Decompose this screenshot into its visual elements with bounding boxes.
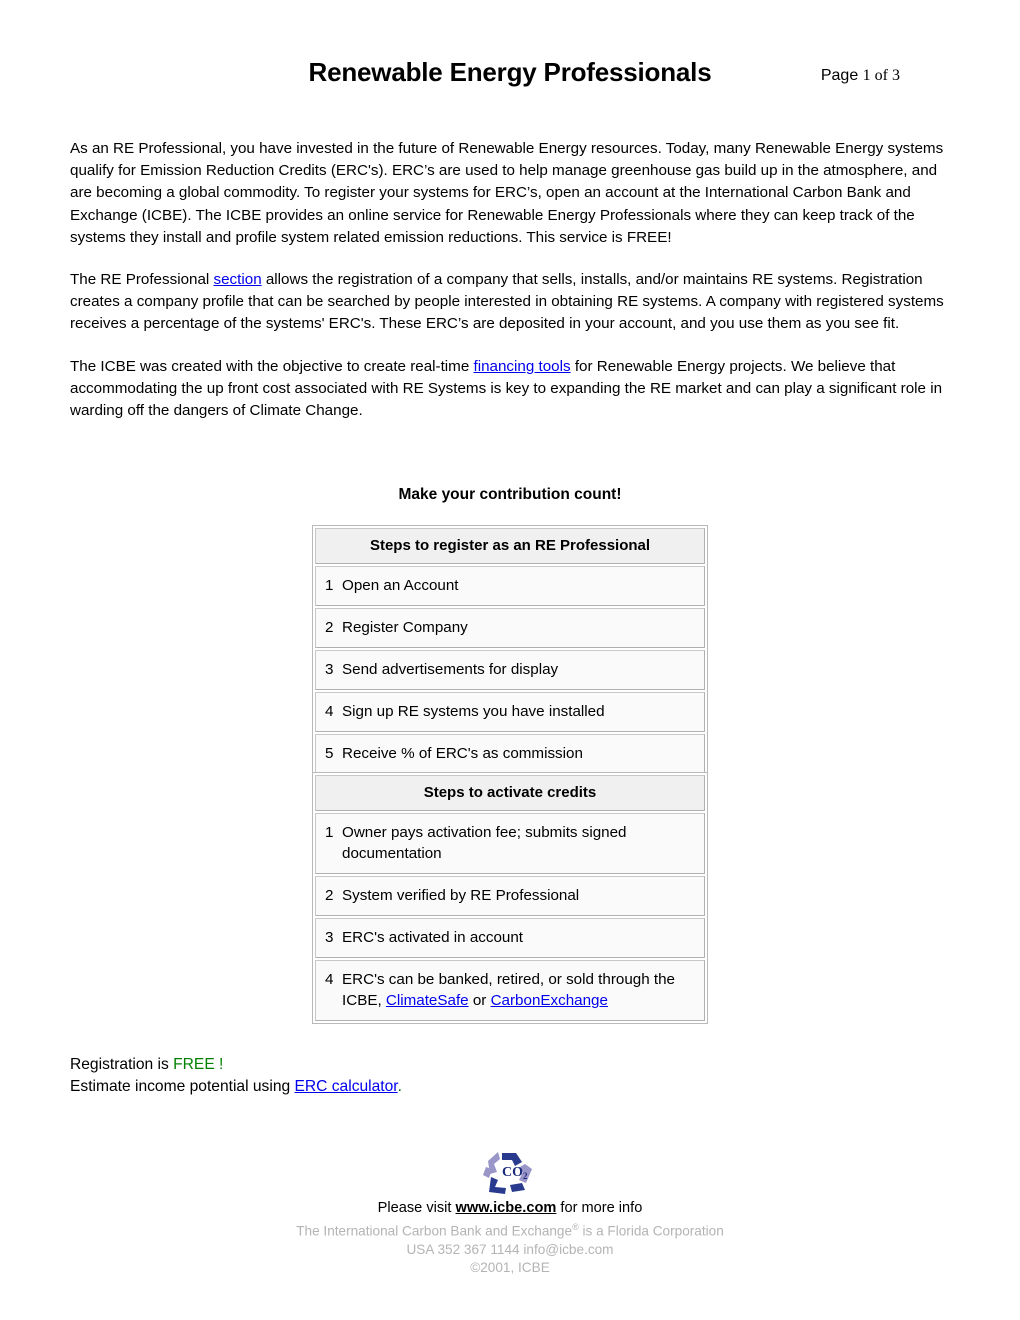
row-number: 2 bbox=[325, 619, 334, 636]
table-row: 1 Owner pays activation fee; submits sig… bbox=[315, 813, 705, 874]
co2-recycle-icon: CO 2 bbox=[483, 1152, 532, 1194]
paragraph-intro-text: As an RE Professional, you have invested… bbox=[70, 140, 944, 246]
table-row: 5 Receive % of ERC's as commission bbox=[315, 734, 705, 774]
table-row: 4 ERC's can be banked, retired, or sold … bbox=[315, 960, 705, 1021]
registration-free-value: FREE ! bbox=[173, 1056, 224, 1073]
link-carbonexchange[interactable]: CarbonExchange bbox=[491, 992, 608, 1009]
link-erc-calculator[interactable]: ERC calculator bbox=[295, 1078, 398, 1095]
calculator-label: Estimate income potential using bbox=[70, 1078, 295, 1095]
table-header-label: Steps to register as an RE Professional bbox=[369, 537, 651, 554]
registration-free-line: Registration is FREE ! bbox=[70, 1054, 770, 1076]
row-number: 3 bbox=[325, 661, 334, 678]
footer-registered-mark: ® bbox=[572, 1222, 579, 1232]
row-text: Send advertisements for display bbox=[342, 661, 559, 678]
row-text: Owner pays activation fee; submits signe… bbox=[342, 824, 627, 862]
link-financing-tools[interactable]: financing tools bbox=[474, 358, 571, 375]
footer-website-url[interactable]: www.icbe.com bbox=[456, 1200, 557, 1216]
co2-subscript: 2 bbox=[523, 1171, 528, 1181]
footer-visit-before: Please visit bbox=[377, 1200, 456, 1216]
page-number-count: 1 of 3 bbox=[862, 67, 900, 84]
footer-visit-after: for more info bbox=[556, 1200, 643, 1216]
footer-copyright-line: ©2001, ICBE bbox=[470, 1259, 550, 1275]
footer-corporation-line: The International Carbon Bank and Exchan… bbox=[0, 1218, 1020, 1241]
row-text: Sign up RE systems you have installed bbox=[342, 703, 605, 720]
row-text: ERC's activated in account bbox=[342, 929, 524, 946]
table-row: 4 Sign up RE systems you have installed bbox=[315, 692, 705, 732]
paragraph-2-text-before: The RE Professional bbox=[70, 271, 214, 289]
page-number-word: Page bbox=[820, 67, 859, 84]
table-header-row: Steps to activate credits bbox=[315, 775, 705, 811]
paragraph-3-text-before: The ICBE was created with the objective … bbox=[70, 357, 474, 375]
row-text: Register Company bbox=[342, 619, 468, 636]
document-footer: CO 2 Please visit www.icbe.com for more … bbox=[0, 1146, 1020, 1277]
footer-corp-before: The International Carbon Bank and Exchan… bbox=[296, 1223, 573, 1239]
page-number: Page 1 of 3 bbox=[821, 66, 900, 86]
co2-label: CO bbox=[502, 1165, 523, 1180]
link-section[interactable]: section bbox=[214, 271, 262, 288]
footer-visit-line: Please visit www.icbe.com for more info bbox=[0, 1199, 1020, 1218]
row-number: 1 bbox=[325, 824, 334, 841]
row-number: 5 bbox=[325, 745, 334, 762]
footer-contact-line: USA 352 367 1144 info@icbe.com bbox=[406, 1241, 614, 1257]
table-header-label: Steps to activate credits bbox=[423, 784, 597, 801]
icbe-logo: CO 2 bbox=[0, 1146, 1020, 1198]
link-climatesafe[interactable]: ClimateSafe bbox=[386, 992, 469, 1009]
row-text: Receive % of ERC's as commission bbox=[342, 745, 583, 762]
tagline: Make your contribution count! bbox=[398, 486, 622, 503]
table-row: 3 Send advertisements for display bbox=[315, 650, 705, 690]
table-row: 3 ERC's activated in account bbox=[315, 918, 705, 958]
registration-calculator-line: Estimate income potential using ERC calc… bbox=[70, 1076, 770, 1098]
row-text-middle: or bbox=[468, 992, 491, 1009]
row-number: 2 bbox=[325, 887, 334, 904]
row-number: 3 bbox=[325, 929, 334, 946]
document-page: Renewable Energy Professionals Page 1 of… bbox=[0, 0, 1020, 1320]
table-header-row: Steps to register as an RE Professional bbox=[315, 528, 705, 564]
table-row: 2 System verified by RE Professional bbox=[315, 876, 705, 916]
row-text: Open an Account bbox=[342, 577, 459, 594]
table-row: 2 Register Company bbox=[315, 608, 705, 648]
paragraph-professional-section: The RE Professional section allows the r… bbox=[70, 269, 960, 336]
registration-note: Registration is FREE ! Estimate income p… bbox=[70, 1054, 770, 1098]
table-steps-to-register: Steps to register as an RE Professional … bbox=[312, 525, 708, 777]
body-content: As an RE Professional, you have invested… bbox=[70, 138, 960, 442]
document-header: Renewable Energy Professionals Page 1 of… bbox=[0, 56, 1020, 96]
paragraph-financing: The ICBE was created with the objective … bbox=[70, 356, 960, 423]
row-number: 4 bbox=[325, 971, 334, 988]
calculator-period: . bbox=[397, 1078, 402, 1095]
row-text: System verified by RE Professional bbox=[342, 887, 580, 904]
registration-free-label: Registration is bbox=[70, 1056, 174, 1073]
table-row: 1 Open an Account bbox=[315, 566, 705, 606]
row-text: ERC's can be banked, retired, or sold th… bbox=[342, 961, 704, 1020]
footer-corp-after: is a Florida Corporation bbox=[578, 1223, 724, 1239]
row-number: 4 bbox=[325, 703, 334, 720]
table-steps-to-activate: Steps to activate credits 1 Owner pays a… bbox=[312, 772, 708, 1024]
row-number: 1 bbox=[325, 577, 334, 594]
paragraph-intro: As an RE Professional, you have invested… bbox=[70, 138, 960, 249]
